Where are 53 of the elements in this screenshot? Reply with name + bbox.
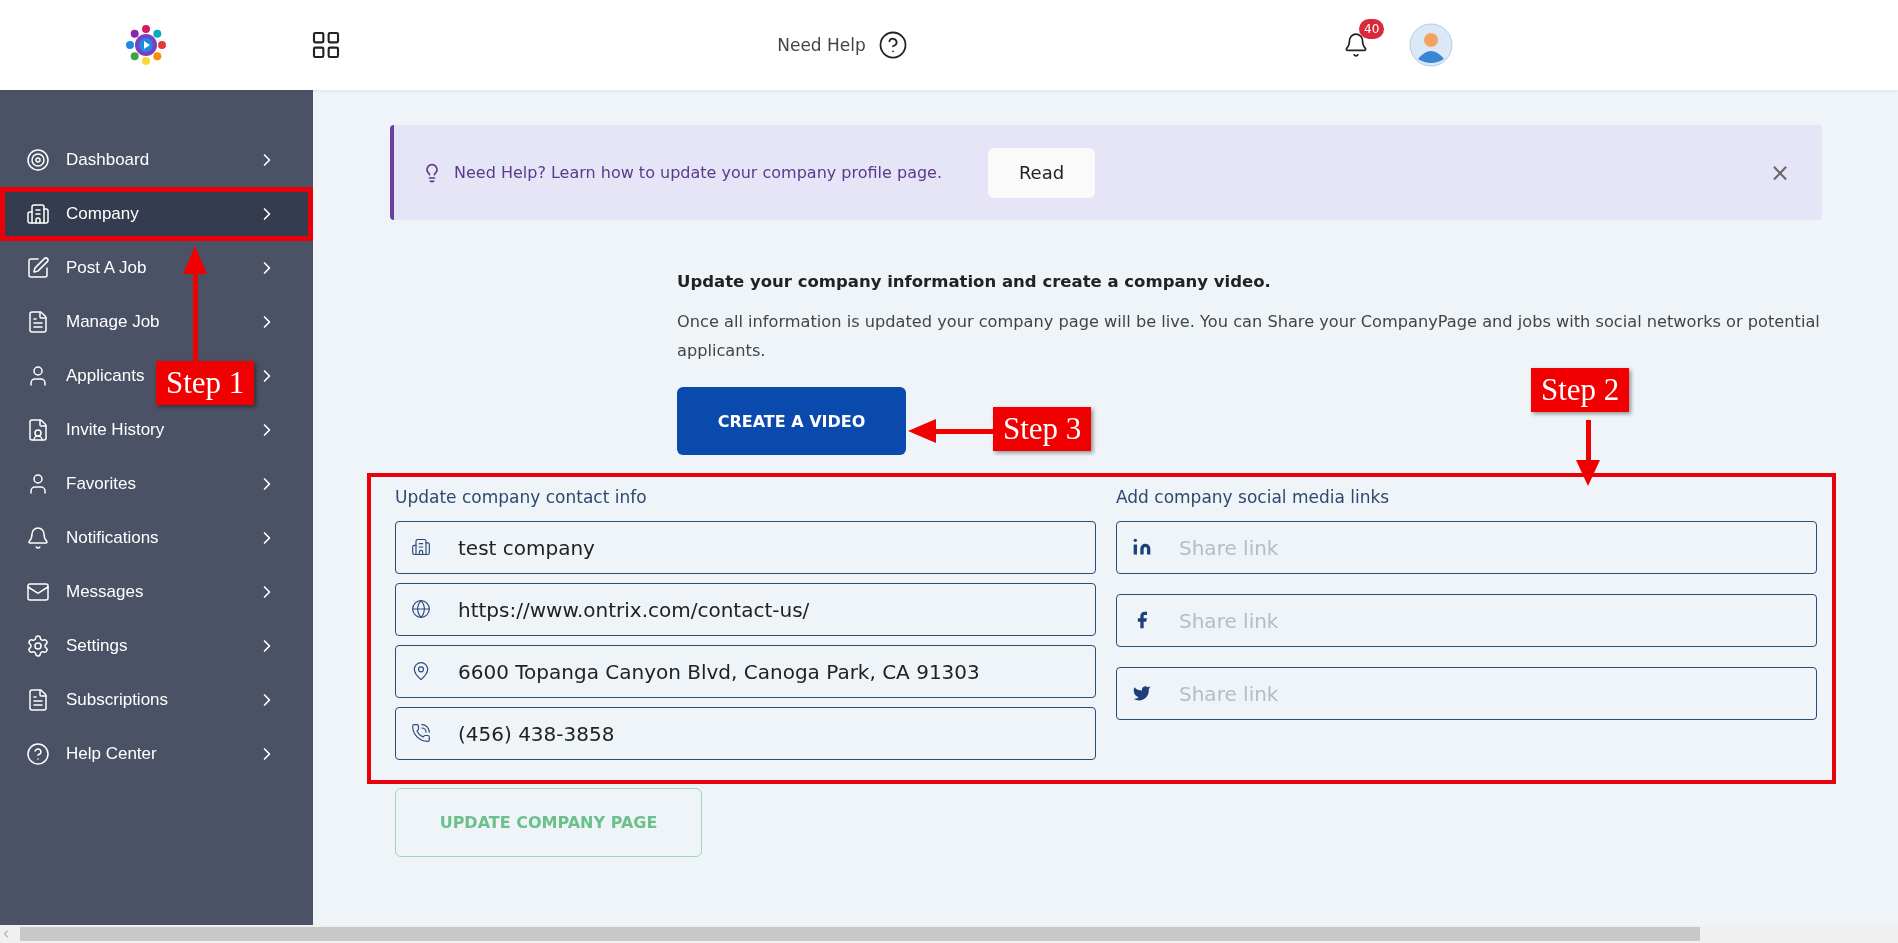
intro-title: Update your company information and create a company video. — [677, 272, 1272, 291]
social-icon — [1132, 537, 1152, 558]
contact-field[interactable]: test company — [395, 521, 1096, 575]
step-label: Step 1 — [156, 361, 255, 405]
sidebar-item-icon — [26, 418, 50, 442]
sidebar-item[interactable]: Favorites — [26, 472, 136, 496]
field-icon — [411, 599, 431, 620]
sidebar-item[interactable]: Invite History — [26, 418, 165, 442]
sidebar-item[interactable]: Manage Job — [26, 310, 160, 334]
sidebar-item[interactable]: Dashboard — [26, 148, 150, 172]
contact-field[interactable]: https://www.ontrix.com/contact-us/ — [395, 583, 1096, 637]
help-banner-text: Need Help? Learn how to update your company profile page. — [454, 163, 943, 182]
social-link-field[interactable]: Share link — [1116, 594, 1817, 648]
social-section-title: Add company social media links — [1116, 487, 1391, 508]
sidebar-item[interactable]: Settings — [26, 634, 128, 658]
contact-section-title: Update company contact info — [395, 487, 648, 508]
sidebar-item-icon — [26, 742, 50, 766]
sidebar-item-icon — [26, 310, 50, 334]
create-video-button[interactable]: CREATE A VIDEO — [677, 387, 906, 456]
notification-bell-icon[interactable] — [1343, 32, 1369, 58]
avatar-icon[interactable] — [1409, 23, 1453, 67]
sidebar-item[interactable]: Applicants — [26, 364, 145, 388]
contact-field[interactable]: 6600 Topanga Canyon Blvd, Canoga Park, CA 91303 — [395, 645, 1096, 699]
step-label: Step 2 — [1531, 368, 1630, 412]
field-icon — [411, 661, 431, 682]
social-link-field[interactable]: Share link — [1116, 667, 1817, 721]
sidebar-item-icon — [26, 688, 50, 712]
sidebar-item[interactable]: Help Center — [26, 742, 157, 766]
sidebar-item-icon — [26, 256, 50, 280]
intro-text: Once all information is updated your company page will be live. You can Share your CompanyPage and jobs with social networks or potential applicants. — [677, 311, 1821, 363]
horizontal-scrollbar[interactable] — [0, 925, 1898, 943]
contact-field[interactable]: (456) 438-3858 — [395, 707, 1096, 761]
sidebar-item[interactable]: Messages — [26, 580, 144, 604]
notification-count-badge: 40 — [1359, 19, 1385, 39]
help-icon — [877, 30, 908, 60]
sidebar-item[interactable]: Subscriptions — [26, 688, 169, 712]
need-help-link[interactable]: Need Help — [777, 30, 908, 60]
logo-icon[interactable] — [124, 23, 168, 67]
field-icon — [411, 537, 431, 558]
sidebar-item-icon — [26, 634, 50, 658]
sidebar-item[interactable]: Notifications — [26, 526, 159, 550]
apps-grid-icon[interactable] — [310, 29, 342, 61]
close-button[interactable]: × — [1763, 157, 1796, 188]
sidebar-item[interactable]: Post A Job — [26, 256, 147, 280]
step-label: Step 3 — [993, 407, 1092, 451]
field-icon — [411, 723, 431, 744]
sidebar-item-icon — [26, 580, 50, 604]
read-button[interactable]: Read — [988, 147, 1096, 198]
sidebar-item-icon — [26, 526, 50, 550]
sidebar-item-icon — [26, 202, 50, 226]
sidebar-item[interactable]: Company — [26, 202, 139, 226]
social-link-field[interactable]: Share link — [1116, 521, 1817, 575]
sidebar-item-icon — [26, 148, 50, 172]
